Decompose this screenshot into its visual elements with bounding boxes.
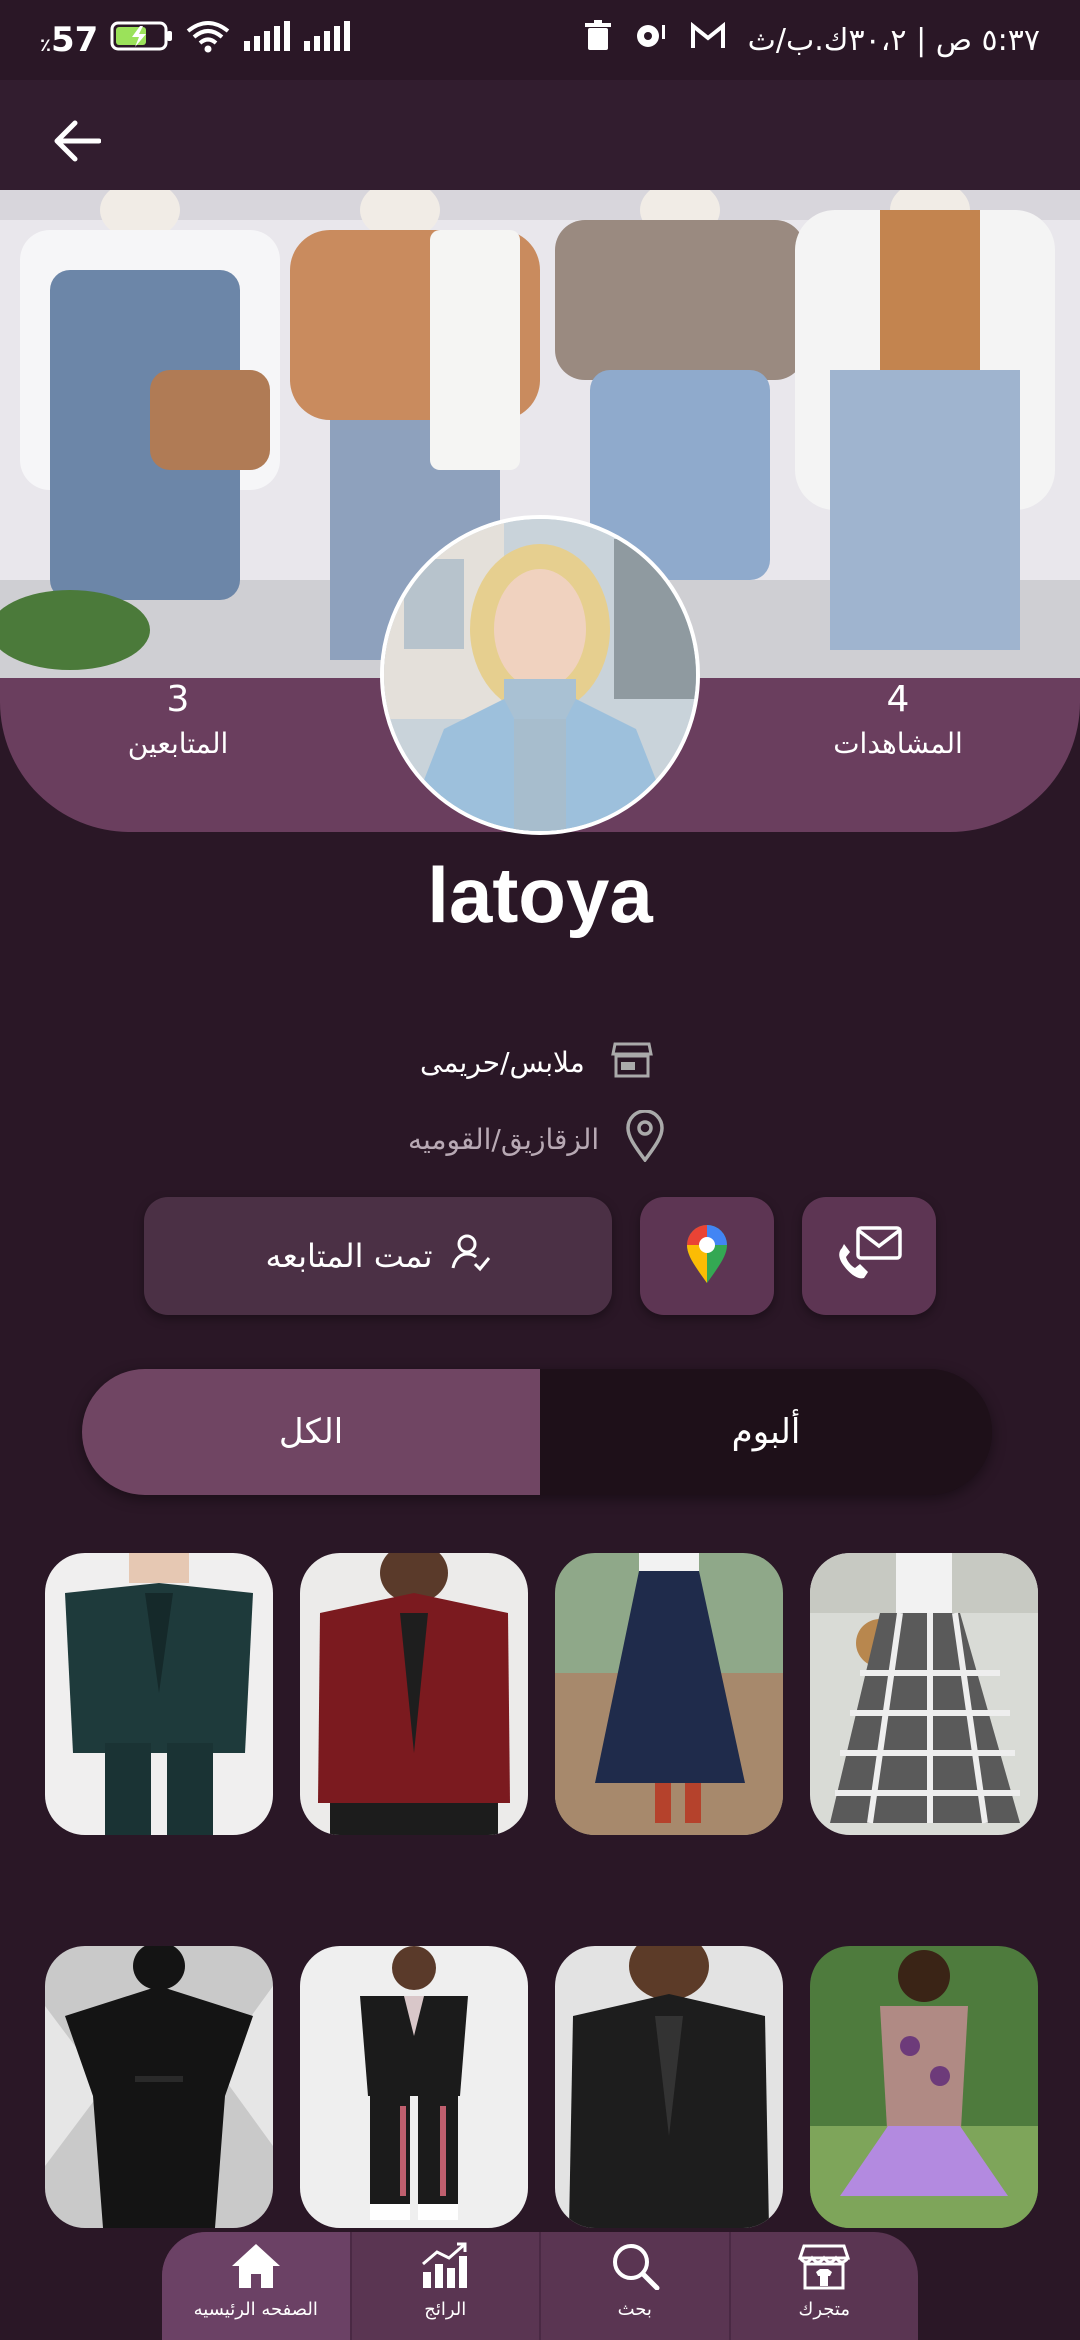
- views-stat: 4 المشاهدات: [798, 678, 998, 766]
- nav-store-label: متجرك: [798, 2299, 850, 2320]
- profile-username: latoya: [427, 851, 653, 939]
- product-card-black-track-suit[interactable]: [300, 1946, 528, 2228]
- maps-button[interactable]: [640, 1197, 774, 1315]
- category-row: ملابس/حريمى: [420, 1040, 653, 1085]
- followers-label: المتابعين: [127, 727, 229, 760]
- product-card-floral-mermaid-dress[interactable]: [810, 1946, 1038, 2228]
- nav-home[interactable]: الصفحه الرئيسيه: [162, 2232, 352, 2340]
- category-text: ملابس/حريمى: [420, 1046, 585, 1079]
- bottom-nav: الصفحه الرئيسيه الرائج بحث متجرك: [162, 2232, 918, 2340]
- views-label: المشاهدات: [833, 727, 963, 760]
- nav-search-label: بحث: [617, 2299, 652, 2320]
- wifi-icon: [186, 19, 230, 62]
- trash-icon: [584, 20, 612, 60]
- location-text: الزقازيق/القوميه: [408, 1123, 600, 1156]
- nav-store[interactable]: متجرك: [731, 2232, 919, 2340]
- nav-trending-label: الرائج: [424, 2299, 467, 2320]
- google-maps-icon: [684, 1223, 730, 1289]
- user-check-icon: [451, 1232, 491, 1280]
- content-tabs: الكل ألبوم: [82, 1369, 992, 1495]
- search-icon: [609, 2242, 661, 2295]
- tab-album[interactable]: ألبوم: [540, 1369, 992, 1495]
- app-bar: [0, 80, 1080, 190]
- signal-icon-2: [302, 20, 351, 60]
- store-icon: [610, 1040, 653, 1085]
- follow-label: تمت المتابعه: [265, 1237, 433, 1275]
- battery-icon: [110, 20, 174, 61]
- trending-chart-icon: [419, 2242, 471, 2295]
- battery-percent: ٪57: [40, 20, 99, 60]
- follow-button[interactable]: تمت المتابعه: [144, 1197, 612, 1315]
- status-right: ٥:٣٧ ص | ٣٠،٢ك.ب/ث: [584, 18, 1040, 62]
- tab-all[interactable]: الكل: [82, 1369, 540, 1495]
- status-time: ٥:٣٧ ص | ٣٠،٢ك.ب/ث: [747, 22, 1040, 58]
- location-row: الزقازيق/القوميه: [408, 1109, 665, 1169]
- followers-count: 3: [166, 679, 190, 720]
- views-count: 4: [886, 679, 910, 720]
- product-card-checkered-maxi-skirt[interactable]: [810, 1553, 1038, 1835]
- tab-album-label: ألبوم: [731, 1412, 801, 1452]
- back-button[interactable]: [40, 105, 112, 177]
- nav-trending[interactable]: الرائج: [352, 2232, 541, 2340]
- store-icon: [798, 2242, 851, 2295]
- nav-home-label: الصفحه الرئيسيه: [193, 2299, 318, 2320]
- phone-mail-icon: [836, 1226, 902, 1286]
- avatar[interactable]: [380, 515, 700, 835]
- nav-search[interactable]: بحث: [541, 2232, 731, 2340]
- record-icon: [634, 21, 668, 59]
- gmail-icon: [690, 21, 726, 58]
- tab-all-label: الكل: [278, 1412, 344, 1452]
- home-icon: [230, 2242, 282, 2295]
- back-arrow-icon: [54, 120, 101, 162]
- product-card-black-leather-jacket[interactable]: [555, 1946, 783, 2228]
- product-card-navy-slit-skirt[interactable]: [555, 1553, 783, 1835]
- product-card-burgundy-leather-jacket[interactable]: [300, 1553, 528, 1835]
- location-pin-icon: [625, 1109, 665, 1169]
- status-left: ٪57: [40, 18, 351, 62]
- contact-button[interactable]: [802, 1197, 936, 1315]
- followers-stat: 3 المتابعين: [78, 678, 278, 766]
- signal-icon: [242, 20, 291, 60]
- product-card-green-pantsuit[interactable]: [45, 1553, 273, 1835]
- product-card-black-abaya[interactable]: [45, 1946, 273, 2228]
